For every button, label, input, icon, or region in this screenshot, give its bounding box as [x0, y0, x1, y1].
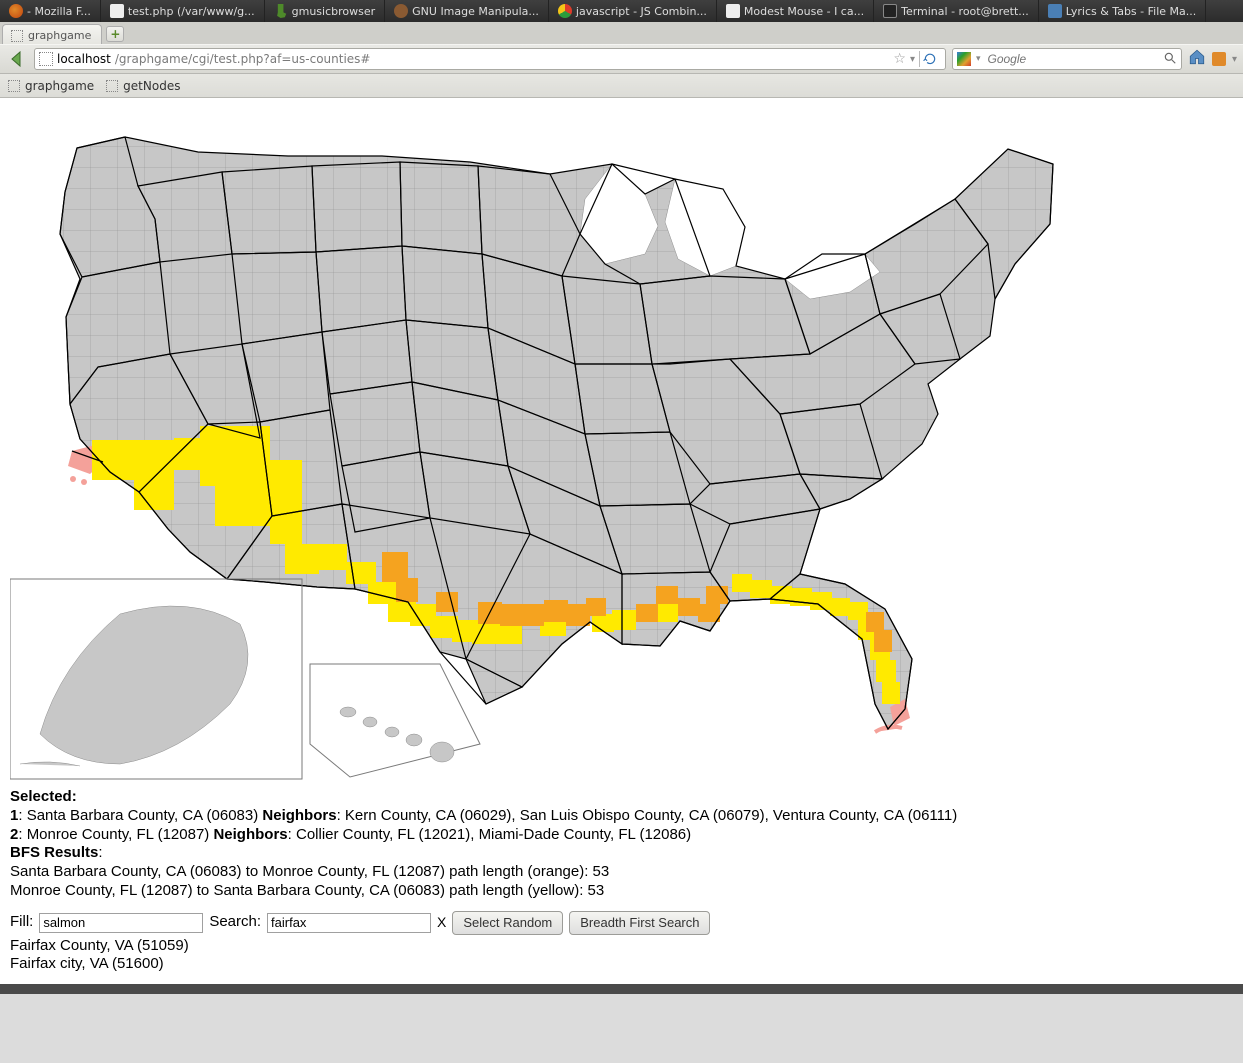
select-random-button[interactable]: Select Random	[452, 911, 563, 935]
taskbar-item[interactable]: gmusicbrowser	[265, 0, 386, 22]
county-santa-barbara-island[interactable]	[81, 479, 87, 485]
firefox-icon	[9, 4, 23, 18]
bookmark-item[interactable]: graphgame	[8, 79, 94, 93]
url-path: /graphgame/cgi/test.php?af=us-counties#	[115, 52, 890, 66]
taskbar-item[interactable]: javascript - JS Combin...	[549, 0, 717, 22]
page-content: Selected: 1: Santa Barbara County, CA (0…	[0, 98, 1243, 984]
favicon-placeholder-icon	[11, 30, 23, 42]
browser-tab-title: graphgame	[28, 29, 91, 42]
selected-heading: Selected:	[10, 788, 77, 805]
controls-row: Fill: Search: X Select Random Breadth Fi…	[10, 911, 1233, 935]
search-engine-input[interactable]	[986, 51, 1158, 67]
editor-icon	[726, 4, 740, 18]
back-button[interactable]	[6, 48, 28, 70]
editor-icon	[110, 4, 124, 18]
bfs-result-line: Monroe County, FL (12087) to Santa Barba…	[10, 882, 1233, 901]
bookmark-item[interactable]: getNodes	[106, 79, 180, 93]
search-input[interactable]	[267, 913, 431, 933]
fill-label: Fill:	[10, 913, 33, 932]
clear-search-button[interactable]: X	[437, 914, 446, 932]
dropdown-arrow-icon[interactable]: ▾	[910, 54, 915, 65]
home-button[interactable]	[1188, 48, 1206, 70]
google-icon	[957, 52, 971, 66]
favicon-placeholder-icon	[106, 80, 118, 92]
url-bar[interactable]: localhost/graphgame/cgi/test.php?af=us-c…	[34, 48, 946, 70]
search-result-item[interactable]: Fairfax County, VA (51059)	[10, 937, 1233, 956]
terminal-icon	[883, 4, 897, 18]
taskbar-item[interactable]: Modest Mouse - I ca...	[717, 0, 874, 22]
url-host: localhost	[57, 52, 111, 66]
bfs-button[interactable]: Breadth First Search	[569, 911, 710, 935]
taskbar-item[interactable]: - Mozilla F...	[0, 0, 101, 22]
bookmark-star-icon[interactable]: ☆	[893, 51, 906, 67]
search-label: Search:	[209, 913, 261, 932]
feed-icon[interactable]	[1212, 52, 1226, 66]
county-santa-barbara-island[interactable]	[70, 476, 76, 482]
browser-navbar: localhost/graphgame/cgi/test.php?af=us-c…	[0, 44, 1243, 74]
taskbar-item[interactable]: test.php (/var/www/g...	[101, 0, 265, 22]
taskbar-item[interactable]: Lyrics & Tabs - File Ma...	[1039, 0, 1207, 22]
search-result-item[interactable]: Fairfax city, VA (51600)	[10, 955, 1233, 974]
dropdown-arrow-icon[interactable]: ▾	[976, 54, 981, 64]
toolbar-dropdown-icon[interactable]: ▾	[1232, 54, 1237, 65]
bfs-result-line: Santa Barbara County, CA (06083) to Monr…	[10, 863, 1233, 882]
reload-button[interactable]	[919, 51, 941, 67]
window-status-bar	[0, 984, 1243, 994]
filemanager-icon	[1048, 4, 1062, 18]
us-counties-map[interactable]	[10, 104, 1070, 784]
browser-tab-strip: graphgame	[0, 22, 1243, 44]
bfs-heading: BFS Results	[10, 844, 98, 861]
taskbar-item[interactable]: GNU Image Manipula...	[385, 0, 549, 22]
gimp-icon	[394, 4, 408, 18]
music-icon	[274, 4, 288, 18]
search-engine-box[interactable]: ▾	[952, 48, 1182, 70]
bookmarks-bar: graphgame getNodes	[0, 74, 1243, 98]
chrome-icon	[558, 4, 572, 18]
favicon-placeholder-icon	[8, 80, 20, 92]
system-taskbar: - Mozilla F... test.php (/var/www/g... g…	[0, 0, 1243, 22]
taskbar-item[interactable]: Terminal - root@brett...	[874, 0, 1039, 22]
search-icon[interactable]	[1163, 51, 1177, 68]
selected-item-1: 1: Santa Barbara County, CA (06083) Neig…	[10, 807, 1233, 826]
fill-input[interactable]	[39, 913, 203, 933]
new-tab-button[interactable]	[106, 26, 124, 42]
selected-item-2: 2: Monroe County, FL (12087) Neighbors: …	[10, 826, 1233, 845]
results-panel: Selected: 1: Santa Barbara County, CA (0…	[0, 784, 1243, 984]
favicon-placeholder-icon	[39, 52, 53, 66]
browser-tab[interactable]: graphgame	[2, 24, 102, 44]
